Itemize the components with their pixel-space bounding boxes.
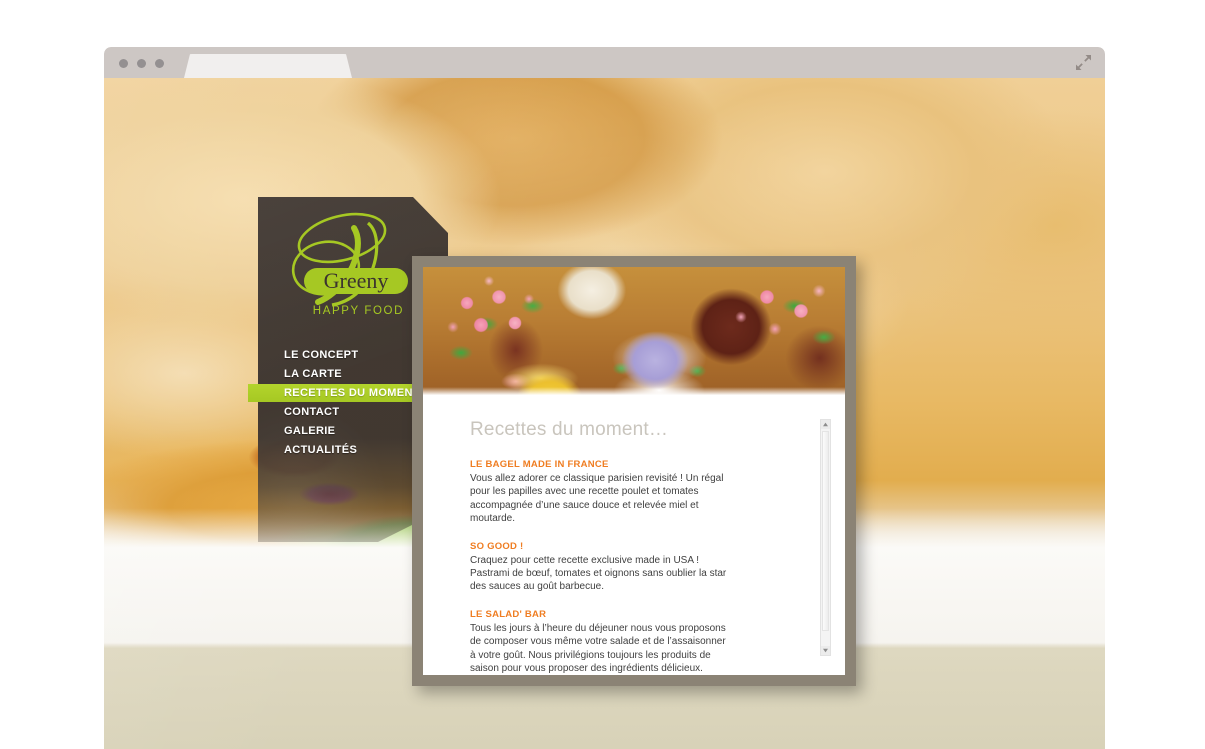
nav-item-label: LE CONCEPT [284, 349, 359, 361]
recipe-title: LE BAGEL MADE IN FRANCE [470, 459, 609, 470]
recipe-item: LE SALAD' BAR Tous les jours à l’heure d… [470, 609, 733, 675]
minimize-button[interactable] [137, 59, 146, 68]
main-navigation: LE CONCEPT LA CARTE RECETTES DU MOMENT C… [248, 346, 423, 459]
site-viewport: Greeny HAPPY FOOD LE CONCEPT LA CARTE RE… [104, 78, 1105, 749]
brand-tagline: HAPPY FOOD [313, 305, 404, 317]
scrollbar-thumb[interactable] [822, 431, 829, 631]
content-body: Recettes du moment… LE BAGEL MADE IN FRA… [423, 397, 845, 675]
nav-item-label: GALERIE [284, 425, 336, 437]
nav-item-galerie[interactable]: GALERIE [248, 422, 423, 440]
screenshot-root: Greeny HAPPY FOOD LE CONCEPT LA CARTE RE… [0, 0, 1205, 749]
nav-item-label: CONTACT [284, 406, 340, 418]
recipe-list: LE BAGEL MADE IN FRANCE Vous allez adore… [470, 459, 733, 675]
recipe-title: LE SALAD' BAR [470, 608, 547, 620]
content-card: Recettes du moment… LE BAGEL MADE IN FRA… [412, 256, 856, 686]
caret-up-icon[interactable] [821, 420, 830, 429]
recipe-item: SO GOOD ! Craquez pour cette recette exc… [470, 541, 733, 594]
nav-item-label: LA CARTE [284, 368, 342, 380]
content-inner: Recettes du moment… LE BAGEL MADE IN FRA… [423, 267, 845, 675]
browser-tab[interactable] [184, 54, 352, 78]
brand-name: Greeny [324, 268, 389, 293]
nav-item-recettes-du-moment[interactable]: RECETTES DU MOMENT [248, 384, 423, 402]
nav-item-le-concept[interactable]: LE CONCEPT [248, 346, 423, 364]
close-button[interactable] [119, 59, 128, 68]
recipe-text: Craquez pour cette recette exclusive mad… [470, 554, 727, 593]
recipe-title: SO GOOD ! [470, 540, 524, 552]
content-scrollbar[interactable] [820, 419, 831, 656]
page-title: Recettes du moment… [470, 419, 669, 440]
expand-arrows-icon[interactable] [1075, 54, 1092, 71]
cupcakes-banner-image [423, 267, 845, 397]
zoom-button[interactable] [155, 59, 164, 68]
nav-item-la-carte[interactable]: LA CARTE [248, 365, 423, 383]
caret-down-icon[interactable] [821, 646, 830, 655]
nav-item-actualites[interactable]: ACTUALITÉS [248, 441, 423, 459]
recipe-text: Vous allez adorer ce classique parisien … [470, 473, 724, 525]
recipe-text: Tous les jours à l’heure du déjeuner nou… [470, 622, 726, 675]
browser-window: Greeny HAPPY FOOD LE CONCEPT LA CARTE RE… [104, 47, 1105, 749]
nav-item-label: ACTUALITÉS [284, 444, 358, 456]
browser-chrome [104, 47, 1105, 78]
nav-item-label: RECETTES DU MOMENT [284, 387, 420, 399]
nav-item-contact[interactable]: CONTACT [248, 403, 423, 421]
recipe-item: LE BAGEL MADE IN FRANCE Vous allez adore… [470, 459, 733, 526]
